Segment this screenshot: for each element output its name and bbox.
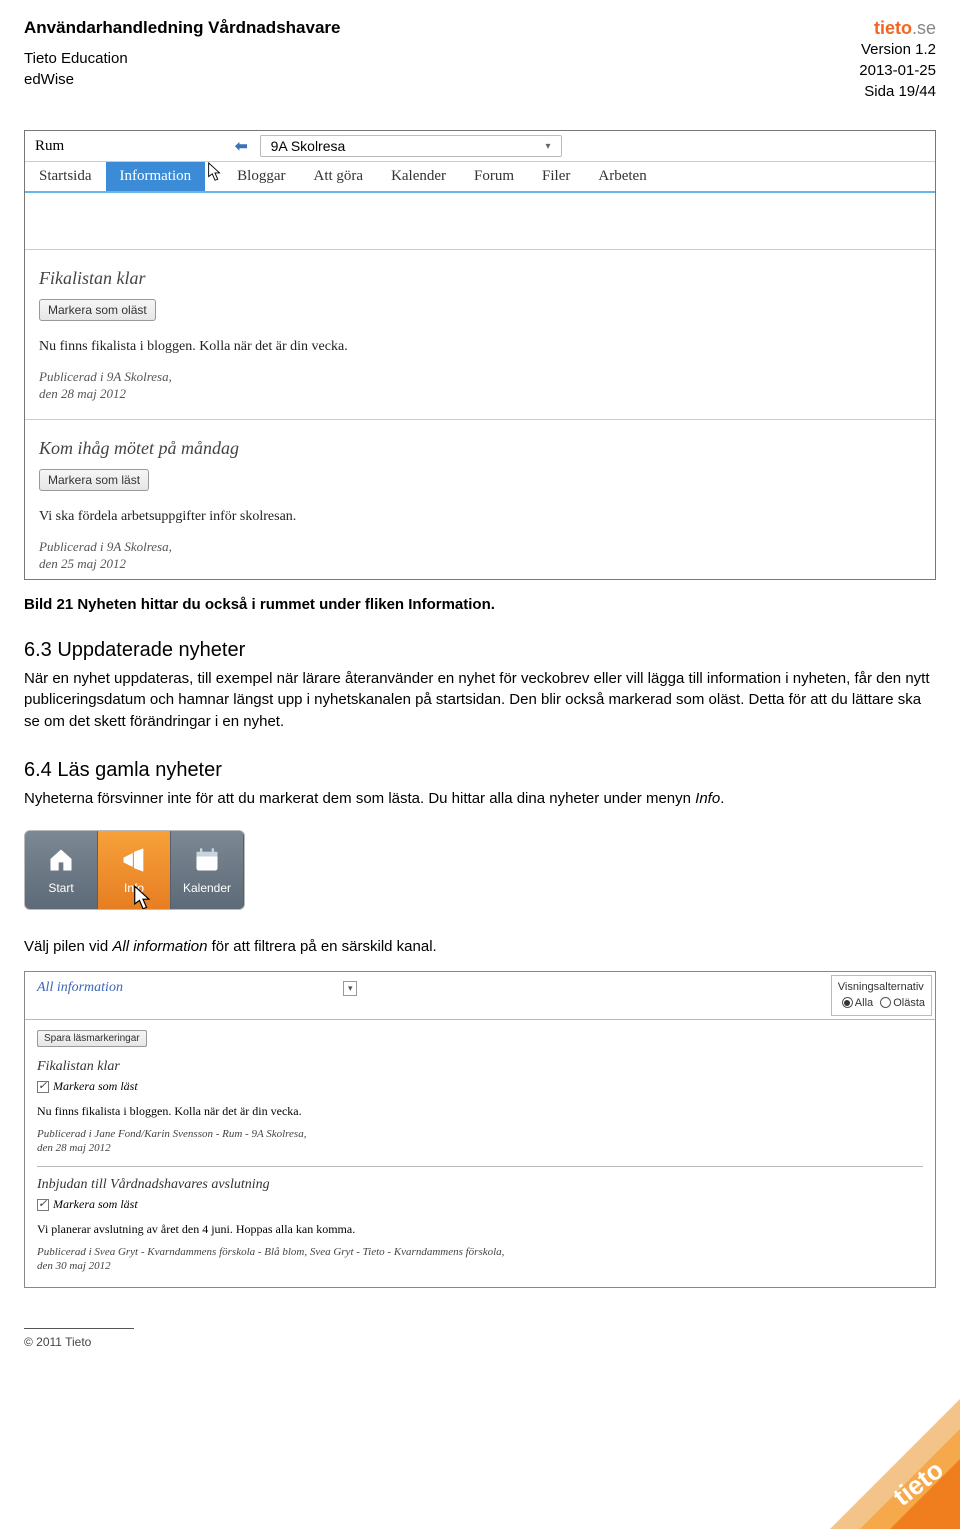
section-heading: 6.4 Läs gamla nyheter [24, 759, 936, 782]
filter-instruction: Välj pilen vid All information för att f… [24, 936, 936, 958]
mark-unread-button[interactable]: Markera som oläst [39, 299, 156, 321]
calendar-icon [191, 844, 223, 876]
news-pub-date: den 28 maj 2012 [37, 1141, 923, 1155]
screenshot-menu-icons: Start Info Kalender [24, 830, 245, 910]
tab-forum[interactable]: Forum [460, 162, 528, 191]
screenshot-all-information: All information ▾ Visningsalternativ All… [24, 971, 936, 1288]
brand-logo: tieto.se [859, 18, 936, 39]
tab-attgora[interactable]: Att göra [299, 162, 377, 191]
news-body: Vi planerar avslutning av året den 4 jun… [37, 1222, 923, 1237]
news-title: Fikalistan klar [39, 268, 921, 289]
all-information-dropdown[interactable]: All information [37, 980, 123, 996]
news-body: Nu finns fikalista i bloggen. Kolla när … [37, 1104, 923, 1119]
room-select[interactable]: 9A Skolresa ▾ [260, 135, 562, 157]
news-pub-location: Publicerad i 9A Skolresa, [39, 539, 921, 556]
megaphone-icon [118, 844, 150, 876]
room-select-value: 9A Skolresa [271, 138, 346, 154]
mark-read-button[interactable]: Markera som läst [39, 469, 149, 491]
header-date: 2013-01-25 [859, 60, 936, 81]
mark-read-checkbox[interactable] [37, 1199, 49, 1211]
save-readmarks-button[interactable]: Spara läsmarkeringar [37, 1030, 147, 1047]
news-pub-date: den 25 maj 2012 [39, 556, 921, 573]
radio-unread[interactable] [880, 997, 891, 1008]
footer-rule [24, 1328, 134, 1329]
cursor-icon [133, 885, 153, 910]
news-body: Vi ska fördela arbetsuppgifter inför sko… [39, 509, 921, 525]
tab-arbeten[interactable]: Arbeten [584, 162, 660, 191]
section-heading: 6.3 Uppdaterade nyheter [24, 639, 936, 662]
doc-header: Användarhandledning Vårdnadshavare Tieto… [24, 18, 936, 102]
room-label: Rum [35, 138, 235, 155]
menu-start-button[interactable]: Start [25, 831, 98, 909]
header-app: edWise [24, 69, 340, 90]
tieto-logo-icon: tieto [820, 1399, 960, 1533]
chevron-down-icon: ▾ [546, 141, 551, 152]
chevron-down-icon[interactable]: ▾ [343, 981, 358, 996]
room-tabs: Startsida Information Bloggar Att göra K… [25, 162, 935, 193]
header-version: Version 1.2 [859, 39, 936, 60]
back-arrow-icon[interactable]: ⬅ [235, 137, 248, 156]
screenshot-room-information: Rum ⬅ 9A Skolresa ▾ Startsida Informatio… [24, 130, 936, 580]
radio-all[interactable] [842, 997, 853, 1008]
doc-title: Användarhandledning Vårdnadshavare [24, 18, 340, 38]
copyright: © 2011 Tieto [24, 1335, 936, 1349]
news-pub-location: Publicerad i Jane Fond/Karin Svensson - … [37, 1127, 923, 1141]
home-icon [45, 844, 77, 876]
menu-calendar-button[interactable]: Kalender [171, 831, 244, 909]
tab-startsida[interactable]: Startsida [25, 162, 106, 191]
news-title: Inbjudan till Vårdnadshavares avslutning [37, 1177, 923, 1193]
display-options-title: Visningsalternativ [838, 980, 925, 995]
news-pub-date: den 30 maj 2012 [37, 1259, 923, 1273]
news-title: Kom ihåg mötet på måndag [39, 438, 921, 459]
news-pub-date: den 28 maj 2012 [39, 386, 921, 403]
tab-filer[interactable]: Filer [528, 162, 584, 191]
section-paragraph: Nyheterna försvinner inte för att du mar… [24, 788, 936, 810]
display-options: Visningsalternativ Alla Olästa [831, 975, 932, 1016]
tab-bloggar[interactable]: Bloggar [223, 162, 299, 191]
cursor-icon [207, 162, 223, 191]
news-pub-location: Publicerad i Svea Gryt - Kvarndammens fö… [37, 1245, 923, 1259]
news-title: Fikalistan klar [37, 1059, 923, 1075]
header-product: Tieto Education [24, 48, 340, 69]
news-body: Nu finns fikalista i bloggen. Kolla när … [39, 339, 921, 355]
header-page: Sida 19/44 [859, 81, 936, 102]
tab-kalender[interactable]: Kalender [377, 162, 460, 191]
mark-read-checkbox[interactable] [37, 1081, 49, 1093]
figure-caption: Bild 21 Nyheten hittar du också i rummet… [24, 596, 936, 613]
menu-label: Kalender [183, 881, 231, 895]
section-paragraph: När en nyhet uppdateras, till exempel nä… [24, 668, 936, 733]
news-pub-location: Publicerad i 9A Skolresa, [39, 369, 921, 386]
tab-information[interactable]: Information [106, 162, 206, 191]
menu-label: Start [48, 881, 73, 895]
